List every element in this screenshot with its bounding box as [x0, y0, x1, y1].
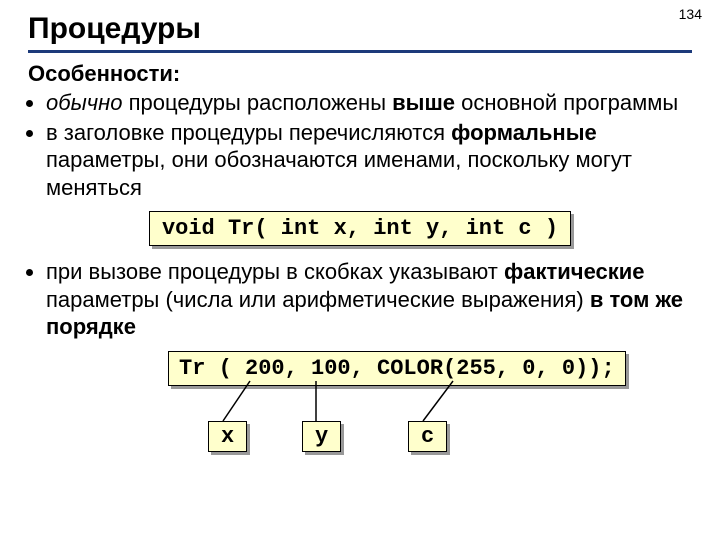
slide-title: Процедуры [28, 12, 692, 53]
bullet-1-bold: выше [392, 90, 455, 115]
bullet-1-end: основной программы [455, 90, 678, 115]
code-declaration-wrap: void Tr( int x, int y, int c ) [28, 211, 692, 246]
slide-content: Процедуры Особенности: обычно процедуры … [0, 0, 720, 471]
bullet-3-mid: параметры (числа или арифметические выра… [46, 287, 590, 312]
code-call-wrap: Tr ( 200, 100, COLOR(255, 0, 0)); x y c [168, 351, 692, 471]
var-x-box: x [208, 421, 247, 452]
var-y-box: y [302, 421, 341, 452]
var-c-box: c [408, 421, 447, 452]
bullet-2-end: параметры, они обозначаются именами, пос… [46, 147, 632, 200]
bullet-3-bold1: фактические [504, 259, 645, 284]
bullet-list-2: при вызове процедуры в скобках указывают… [46, 258, 692, 341]
bullet-2: в заголовке процедуры перечисляются форм… [46, 119, 692, 202]
code-declaration: void Tr( int x, int y, int c ) [149, 211, 571, 246]
bullet-1-italic: обычно [46, 90, 123, 115]
code-call: Tr ( 200, 100, COLOR(255, 0, 0)); [168, 351, 626, 386]
bullet-3: при вызове процедуры в скобках указывают… [46, 258, 692, 341]
subtitle: Особенности: [28, 61, 692, 87]
page-number: 134 [679, 6, 702, 22]
bullet-1-text: процедуры расположены [123, 90, 393, 115]
bullet-list: обычно процедуры расположены выше основн… [46, 89, 692, 201]
bullet-2-prefix: в заголовке процедуры перечисляются [46, 120, 451, 145]
bullet-2-bold: формальные [451, 120, 597, 145]
bullet-3-prefix: при вызове процедуры в скобках указывают [46, 259, 504, 284]
bullet-1: обычно процедуры расположены выше основн… [46, 89, 692, 117]
